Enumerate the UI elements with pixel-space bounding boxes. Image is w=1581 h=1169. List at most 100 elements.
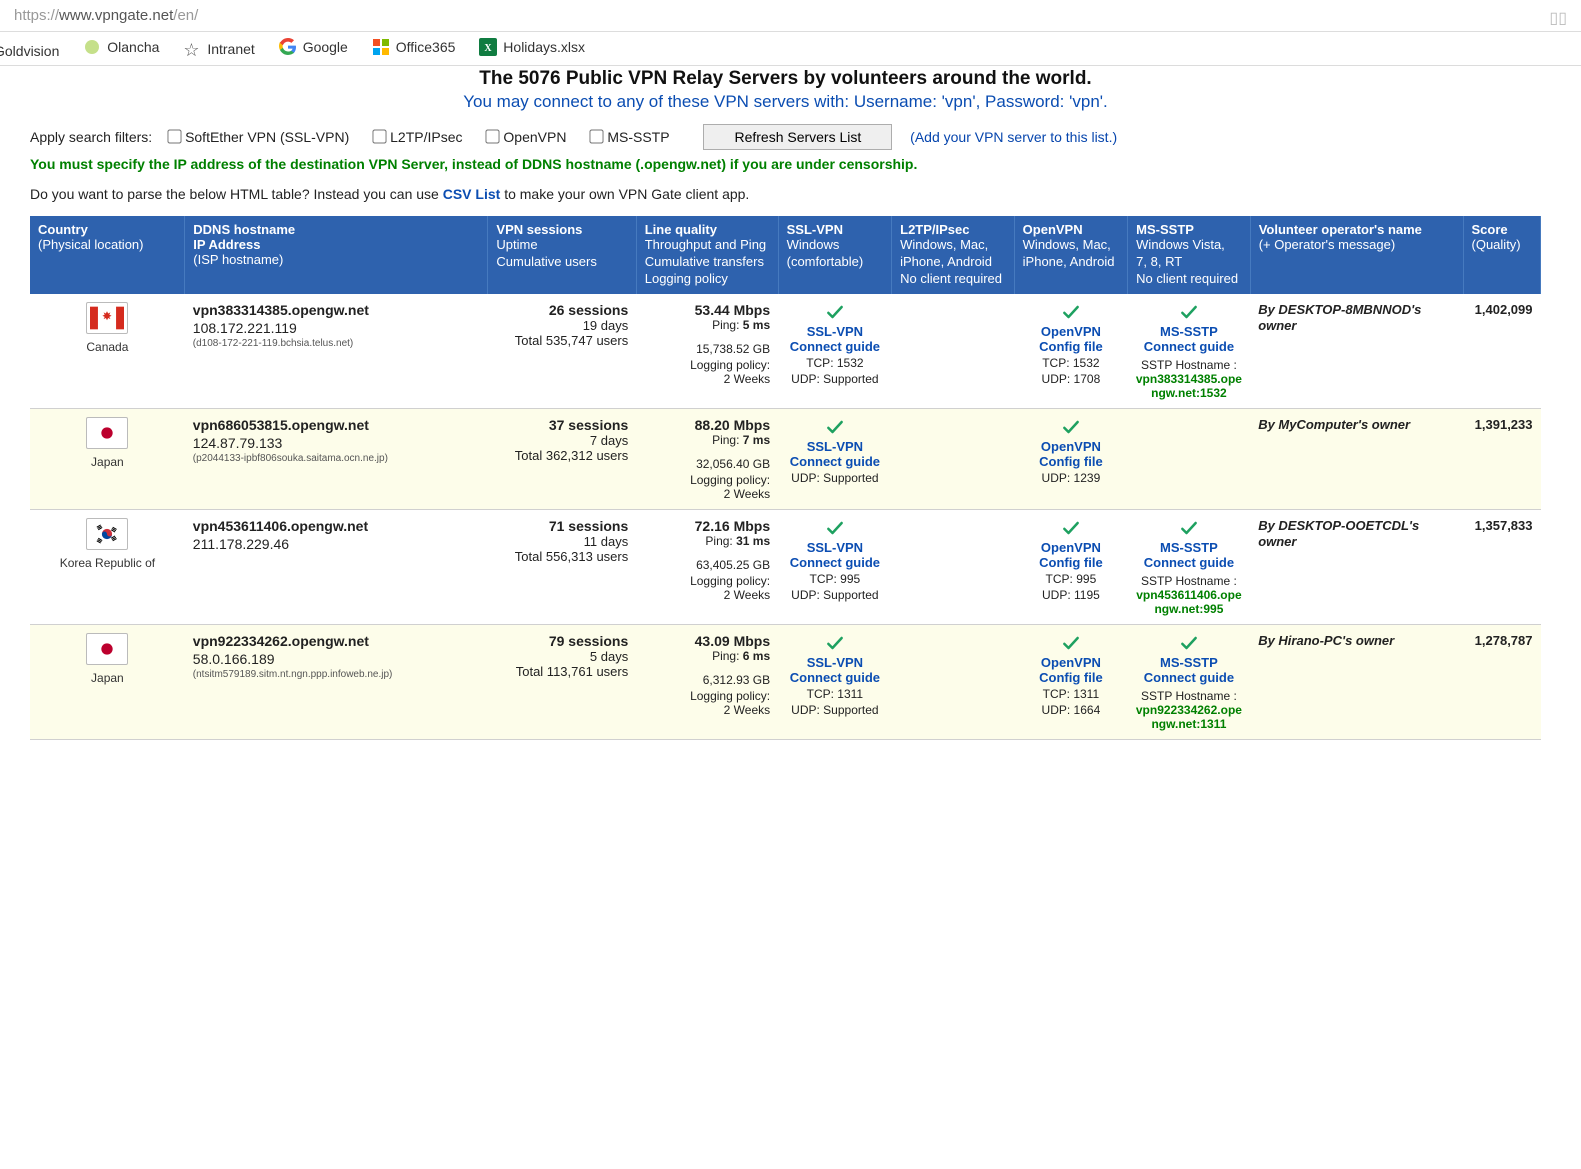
reader-mode-icon[interactable]: ▯▯ bbox=[1549, 8, 1567, 28]
cell-sslvpn: SSL-VPN Connect guide TCP: 995 UDP: Supp… bbox=[778, 509, 892, 624]
office-icon bbox=[372, 38, 390, 56]
openvpn-config-file-link[interactable]: Config file bbox=[1022, 670, 1120, 685]
session-count: 79 sessions bbox=[496, 633, 628, 649]
cumulative-users: Total 556,313 users bbox=[496, 549, 628, 564]
openvpn-label: OpenVPN bbox=[1022, 324, 1120, 339]
openvpn-config-file-link[interactable]: Config file bbox=[1022, 339, 1120, 354]
cumulative-users: Total 535,747 users bbox=[496, 333, 628, 348]
openvpn-config-file-link[interactable]: Config file bbox=[1022, 454, 1120, 469]
bookmark-intranet[interactable]: ☆ Intranet bbox=[183, 40, 254, 58]
sslvpn-label: SSL-VPN bbox=[786, 324, 884, 339]
cell-l2tp bbox=[892, 408, 1015, 509]
cell-sessions: 26 sessions 19 days Total 535,747 users bbox=[488, 294, 636, 409]
bookmark-goldvision[interactable]: Goldvision bbox=[0, 43, 59, 59]
check-icon bbox=[1175, 633, 1203, 653]
uptime: 7 days bbox=[496, 433, 628, 448]
sstp-connect-guide-link[interactable]: Connect guide bbox=[1136, 555, 1243, 570]
session-count: 71 sessions bbox=[496, 518, 628, 534]
country-name: Canada bbox=[38, 340, 177, 354]
cell-sslvpn: SSL-VPN Connect guide UDP: Supported bbox=[778, 408, 892, 509]
transfers: 15,738.52 GB bbox=[644, 342, 770, 356]
sslvpn-connect-guide-link[interactable]: Connect guide bbox=[786, 454, 884, 469]
uptime: 19 days bbox=[496, 318, 628, 333]
ip-address: 124.87.79.133 bbox=[193, 435, 480, 451]
sslvpn-label: SSL-VPN bbox=[786, 439, 884, 454]
sslvpn-label: SSL-VPN bbox=[786, 540, 884, 555]
sstp-connect-guide-link[interactable]: Connect guide bbox=[1136, 339, 1243, 354]
ping: Ping: 6 ms bbox=[644, 649, 770, 663]
check-icon bbox=[1175, 302, 1203, 322]
sstp-connect-guide-link[interactable]: Connect guide bbox=[1136, 670, 1243, 685]
cell-openvpn: OpenVPN Config file TCP: 995 UDP: 1195 bbox=[1014, 509, 1128, 624]
sstp-hostname: vpn453611406.opengw.net:995 bbox=[1136, 588, 1243, 616]
ddns-hostname: vpn453611406.opengw.net bbox=[193, 518, 480, 534]
cell-sslvpn: SSL-VPN Connect guide TCP: 1311 UDP: Sup… bbox=[778, 624, 892, 739]
ddns-hostname: vpn922334262.opengw.net bbox=[193, 633, 480, 649]
table-row: Canada vpn383314385.opengw.net 108.172.2… bbox=[30, 294, 1541, 409]
star-icon: ☆ bbox=[183, 40, 201, 58]
filter-openvpn-checkbox[interactable]: OpenVPN bbox=[482, 129, 566, 145]
filter-l2tp-checkbox[interactable]: L2TP/IPsec bbox=[369, 129, 462, 145]
cell-owner: By DESKTOP-8MBNNOD's owner bbox=[1250, 294, 1463, 409]
filter-mssstp-checkbox[interactable]: MS-SSTP bbox=[586, 129, 669, 145]
page-title: The 5076 Public VPN Relay Servers by vol… bbox=[30, 68, 1541, 90]
openvpn-label: OpenVPN bbox=[1022, 439, 1120, 454]
owner-name: By DESKTOP-8MBNNOD's owner bbox=[1258, 302, 1455, 335]
sslvpn-tcp: TCP: 1311 bbox=[786, 687, 884, 701]
openvpn-tcp: TCP: 1532 bbox=[1022, 356, 1120, 370]
check-icon bbox=[1057, 518, 1085, 538]
bookmark-office365[interactable]: Office365 bbox=[372, 38, 456, 56]
url-host: www.vpngate.net bbox=[59, 7, 173, 24]
browser-url-bar[interactable]: https://www.vpngate.net/en/ ▯▯ bbox=[0, 0, 1581, 32]
th-sessions: VPN sessionsUptimeCumulative users bbox=[488, 216, 636, 294]
th-quality: Line qualityThroughput and PingCumulativ… bbox=[636, 216, 778, 294]
ddns-hostname: vpn686053815.opengw.net bbox=[193, 417, 480, 433]
cell-openvpn: OpenVPN Config file UDP: 1239 bbox=[1014, 408, 1128, 509]
sslvpn-connect-guide-link[interactable]: Connect guide bbox=[786, 555, 884, 570]
throughput: 88.20 Mbps bbox=[644, 417, 770, 433]
owner-name: By MyComputer's owner bbox=[1258, 417, 1455, 433]
cell-owner: By DESKTOP-OOETCDL's owner bbox=[1250, 509, 1463, 624]
cell-ddns: vpn453611406.opengw.net 211.178.229.46 bbox=[185, 509, 488, 624]
cell-country: Japan bbox=[30, 408, 185, 509]
openvpn-config-file-link[interactable]: Config file bbox=[1022, 555, 1120, 570]
openvpn-label: OpenVPN bbox=[1022, 655, 1120, 670]
bookmark-olancha[interactable]: Olancha bbox=[83, 38, 159, 56]
session-count: 26 sessions bbox=[496, 302, 628, 318]
table-header-row: Country(Physical location) DDNS hostname… bbox=[30, 216, 1541, 294]
ip-address: 58.0.166.189 bbox=[193, 651, 480, 667]
parse-note: Do you want to parse the below HTML tabl… bbox=[30, 186, 1541, 202]
cell-l2tp bbox=[892, 294, 1015, 409]
cell-owner: By Hirano-PC's owner bbox=[1250, 624, 1463, 739]
score: 1,357,833 bbox=[1471, 518, 1532, 533]
sslvpn-udp: UDP: Supported bbox=[786, 471, 884, 485]
refresh-servers-button[interactable]: Refresh Servers List bbox=[703, 124, 892, 150]
bookmark-google[interactable]: Google bbox=[279, 38, 348, 56]
openvpn-udp: UDP: 1664 bbox=[1022, 703, 1120, 717]
th-sslvpn: SSL-VPNWindows(comfortable) bbox=[778, 216, 892, 294]
owner-name: By Hirano-PC's owner bbox=[1258, 633, 1455, 649]
filter-softether-checkbox[interactable]: SoftEther VPN (SSL-VPN) bbox=[164, 129, 349, 145]
cell-quality: 72.16 Mbps Ping: 31 ms 63,405.25 GB Logg… bbox=[636, 509, 778, 624]
sstp-label: MS-SSTP bbox=[1136, 655, 1243, 670]
table-row: Korea Republic of vpn453611406.opengw.ne… bbox=[30, 509, 1541, 624]
cell-quality: 88.20 Mbps Ping: 7 ms 32,056.40 GB Loggi… bbox=[636, 408, 778, 509]
session-count: 37 sessions bbox=[496, 417, 628, 433]
openvpn-label: OpenVPN bbox=[1022, 540, 1120, 555]
excel-icon: X bbox=[479, 38, 497, 56]
add-server-link[interactable]: (Add your VPN server to this list.) bbox=[910, 129, 1117, 145]
cell-openvpn: OpenVPN Config file TCP: 1311 UDP: 1664 bbox=[1014, 624, 1128, 739]
ip-address: 108.172.221.119 bbox=[193, 320, 480, 336]
sslvpn-connect-guide-link[interactable]: Connect guide bbox=[786, 670, 884, 685]
cell-quality: 53.44 Mbps Ping: 5 ms 15,738.52 GB Loggi… bbox=[636, 294, 778, 409]
sslvpn-connect-guide-link[interactable]: Connect guide bbox=[786, 339, 884, 354]
check-icon bbox=[1057, 302, 1085, 322]
sstp-label: MS-SSTP bbox=[1136, 540, 1243, 555]
cell-sslvpn: SSL-VPN Connect guide TCP: 1532 UDP: Sup… bbox=[778, 294, 892, 409]
sslvpn-tcp: TCP: 1532 bbox=[786, 356, 884, 370]
bookmark-holidays[interactable]: X Holidays.xlsx bbox=[479, 38, 585, 56]
flag-icon bbox=[86, 302, 128, 334]
csv-list-link[interactable]: CSV List bbox=[443, 186, 501, 202]
openvpn-udp: UDP: 1195 bbox=[1022, 588, 1120, 602]
check-icon bbox=[1175, 518, 1203, 538]
